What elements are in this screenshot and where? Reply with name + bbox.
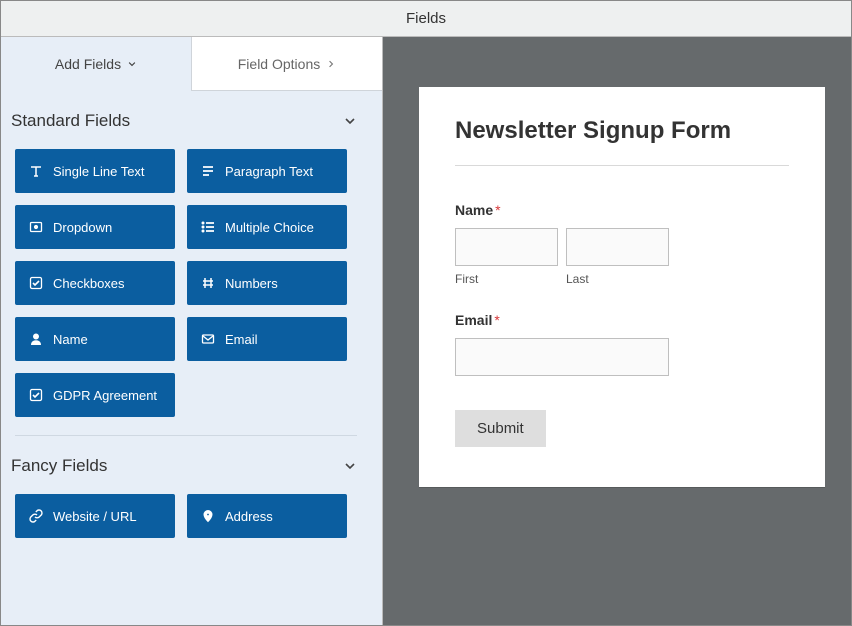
window-title: Fields xyxy=(406,10,446,27)
titlebar: Fields xyxy=(1,1,851,37)
name-label: Name* xyxy=(455,202,789,218)
field-label: Single Line Text xyxy=(53,164,161,179)
field-label: Email xyxy=(225,332,333,347)
section-fancy-header[interactable]: Fancy Fields xyxy=(1,436,371,494)
tab-field-options-label: Field Options xyxy=(238,56,320,72)
check-icon xyxy=(29,276,43,290)
chevron-down-icon xyxy=(343,459,357,473)
field-multiple-choice[interactable]: Multiple Choice xyxy=(187,205,347,249)
first-sublabel: First xyxy=(455,272,558,286)
chevron-down-icon xyxy=(343,114,357,128)
envelope-icon xyxy=(201,332,215,346)
section-standard-header[interactable]: Standard Fields xyxy=(1,91,371,149)
paragraph-icon xyxy=(201,164,215,178)
field-name[interactable]: Name xyxy=(15,317,175,361)
list-icon xyxy=(201,220,215,234)
form-canvas: Newsletter Signup Form Name* First Last … xyxy=(383,37,851,625)
required-asterisk: * xyxy=(495,202,500,218)
section-standard-title: Standard Fields xyxy=(11,111,130,131)
tabs: Add Fields Field Options xyxy=(1,37,382,91)
name-sublabels: First Last xyxy=(455,272,789,286)
sidebar: Add Fields Field Options Standard Fields xyxy=(1,37,383,625)
user-icon xyxy=(29,332,43,346)
last-name-input[interactable] xyxy=(566,228,669,266)
fields-scroll[interactable]: Standard Fields Single Line Text Paragra… xyxy=(1,91,382,625)
section-fancy-title: Fancy Fields xyxy=(11,456,107,476)
field-gdpr-agreement[interactable]: GDPR Agreement xyxy=(15,373,175,417)
hash-icon xyxy=(201,276,215,290)
check-icon xyxy=(29,388,43,402)
field-checkboxes[interactable]: Checkboxes xyxy=(15,261,175,305)
form-preview: Newsletter Signup Form Name* First Last … xyxy=(419,87,825,487)
window: Fields Add Fields Field Options Standard… xyxy=(0,0,852,626)
name-row xyxy=(455,228,789,266)
standard-fields-grid: Single Line Text Paragraph Text Dropdown… xyxy=(1,149,371,435)
name-label-text: Name xyxy=(455,202,493,218)
body: Add Fields Field Options Standard Fields xyxy=(1,37,851,625)
field-email[interactable]: Email xyxy=(187,317,347,361)
field-address[interactable]: Address xyxy=(187,494,347,538)
email-label-text: Email xyxy=(455,312,492,328)
field-paragraph-text[interactable]: Paragraph Text xyxy=(187,149,347,193)
field-label: Paragraph Text xyxy=(225,164,333,179)
field-label: Numbers xyxy=(225,276,333,291)
first-name-input[interactable] xyxy=(455,228,558,266)
tab-field-options[interactable]: Field Options xyxy=(191,37,382,91)
field-website-url[interactable]: Website / URL xyxy=(15,494,175,538)
field-label: Dropdown xyxy=(53,220,161,235)
fancy-fields-grid: Website / URL Address xyxy=(1,494,371,556)
email-input[interactable] xyxy=(455,338,669,376)
chevron-down-icon xyxy=(127,59,137,69)
field-label: Address xyxy=(225,509,333,524)
field-dropdown[interactable]: Dropdown xyxy=(15,205,175,249)
last-sublabel: Last xyxy=(566,272,669,286)
text-icon xyxy=(29,164,43,178)
field-label: Website / URL xyxy=(53,509,161,524)
email-label: Email* xyxy=(455,312,789,328)
tab-add-fields-label: Add Fields xyxy=(55,56,121,72)
field-numbers[interactable]: Numbers xyxy=(187,261,347,305)
field-label: Multiple Choice xyxy=(225,220,333,235)
pin-icon xyxy=(201,509,215,523)
link-icon xyxy=(29,509,43,523)
field-label: Checkboxes xyxy=(53,276,161,291)
chevron-right-icon xyxy=(326,59,336,69)
field-label: GDPR Agreement xyxy=(53,388,161,403)
tab-add-fields[interactable]: Add Fields xyxy=(1,37,191,91)
field-single-line-text[interactable]: Single Line Text xyxy=(15,149,175,193)
required-asterisk: * xyxy=(494,312,499,328)
form-title: Newsletter Signup Form xyxy=(455,117,789,145)
field-label: Name xyxy=(53,332,161,347)
submit-button[interactable]: Submit xyxy=(455,410,546,447)
dropdown-icon xyxy=(29,220,43,234)
divider xyxy=(455,165,789,166)
